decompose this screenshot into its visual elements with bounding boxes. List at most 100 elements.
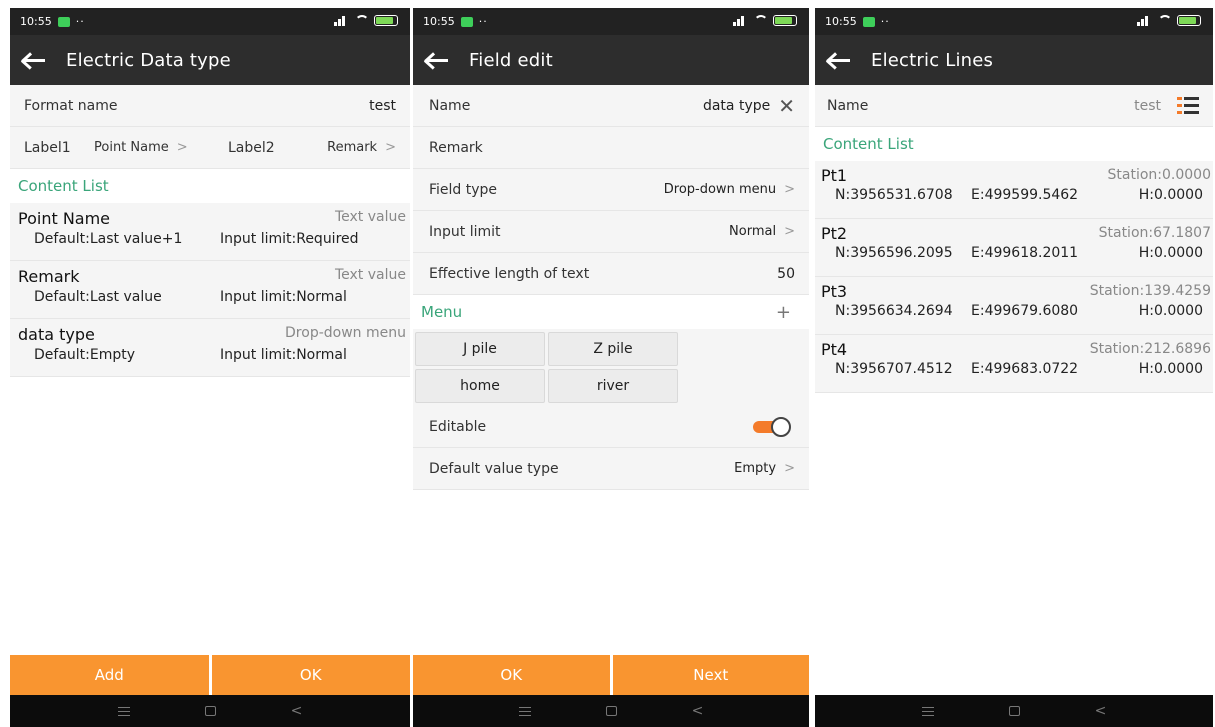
point-station: Station:0.0000	[1107, 167, 1211, 183]
label1-select[interactable]: Point Name >	[94, 140, 214, 155]
list-item[interactable]: Pt1 Station:0.0000 N:3956531.6708 E:4995…	[815, 161, 1213, 219]
chevron-right-icon: >	[784, 224, 795, 239]
back-arrow-icon[interactable]	[825, 48, 855, 72]
action-bar: OK Next	[413, 655, 809, 695]
name-row: Name data type ✕	[413, 85, 809, 127]
add-button[interactable]: Add	[10, 655, 209, 695]
home-icon[interactable]	[1008, 706, 1020, 716]
status-bar: 10:55 ··	[10, 8, 410, 35]
wifi-icon	[1158, 15, 1172, 26]
default-value-type-row[interactable]: Default value type Empty >	[413, 448, 809, 490]
back-icon[interactable]: <	[692, 703, 704, 719]
item-default: Default:Last value+1	[34, 231, 183, 247]
status-bar: 10:55 ··	[815, 8, 1213, 35]
chevron-right-icon: >	[784, 182, 795, 197]
signal-icon	[733, 15, 749, 26]
format-name-row[interactable]: Format name test	[10, 85, 410, 127]
page-title: Electric Lines	[871, 49, 994, 71]
list-item[interactable]: Remark Text value Default:Last value Inp…	[10, 261, 410, 319]
field-type-row[interactable]: Field type Drop-down menu >	[413, 169, 809, 211]
menu-icon[interactable]	[921, 706, 934, 716]
status-dots: ··	[75, 15, 85, 28]
list-item[interactable]: Pt4 Station:212.6896 N:3956707.4512 E:49…	[815, 335, 1213, 393]
default-value-type-label: Default value type	[429, 460, 559, 477]
screen-electric-data-type: 10:55 ·· Electric Data type Format name …	[10, 8, 410, 727]
label2-label: Label2	[228, 139, 275, 156]
item-type: Text value	[334, 267, 406, 283]
point-northing: N:3956596.2095	[835, 245, 953, 261]
label1-value: Point Name	[94, 140, 169, 155]
point-easting: E:499618.2011	[971, 245, 1079, 261]
chevron-right-icon: >	[176, 140, 188, 155]
label2-select[interactable]: Remark >	[327, 140, 396, 155]
point-coords: N:3956596.2095 E:499618.2011 H:0.0000	[821, 245, 1207, 261]
list-item[interactable]: data type Drop-down menu Default:Empty I…	[10, 319, 410, 377]
item-details: Default:Empty Input limit:Normal	[18, 347, 402, 363]
menu-chip[interactable]: home	[415, 369, 545, 403]
point-easting: E:499683.0722	[971, 361, 1079, 377]
remark-row[interactable]: Remark	[413, 127, 809, 169]
close-icon[interactable]: ✕	[778, 96, 795, 116]
name-field[interactable]: data type	[703, 98, 770, 114]
screen-electric-lines: 10:55 ·· Electric Lines Name test Conten…	[815, 8, 1213, 727]
home-icon[interactable]	[605, 706, 617, 716]
point-station: Station:212.6896	[1089, 341, 1211, 357]
input-limit-value: Normal	[729, 224, 777, 239]
back-arrow-icon[interactable]	[423, 48, 453, 72]
wifi-icon	[754, 15, 768, 26]
effective-length-field[interactable]: 50	[777, 266, 795, 282]
menu-icon[interactable]	[117, 706, 130, 716]
format-name-value[interactable]: test	[369, 98, 396, 114]
status-dots: ··	[478, 15, 488, 28]
notification-icon	[460, 16, 473, 27]
list-item[interactable]: Pt3 Station:139.4259 N:3956634.2694 E:49…	[815, 277, 1213, 335]
menu-chip[interactable]: Z pile	[548, 332, 678, 366]
point-height: H:0.0000	[1138, 187, 1203, 203]
input-limit-label: Input limit	[429, 223, 501, 240]
signal-icon	[334, 15, 350, 26]
menu-header: Menu +	[413, 295, 809, 329]
point-station: Station:139.4259	[1089, 283, 1211, 299]
notification-icon	[57, 16, 70, 27]
name-value[interactable]: test	[1134, 98, 1161, 114]
action-bar: Add OK	[10, 655, 410, 695]
back-arrow-icon[interactable]	[20, 48, 50, 72]
field-type-label: Field type	[429, 181, 498, 198]
status-time: 10:55	[825, 15, 857, 28]
editable-toggle[interactable]	[753, 416, 795, 437]
system-nav-bar: <	[10, 695, 410, 727]
menu-icon[interactable]	[518, 706, 531, 716]
item-limit: Input limit:Required	[220, 231, 359, 247]
remark-label: Remark	[429, 139, 483, 156]
name-label: Name	[429, 97, 471, 114]
next-button[interactable]: Next	[612, 655, 809, 695]
item-details: Default:Last value Input limit:Normal	[18, 289, 402, 305]
ok-button[interactable]: OK	[211, 655, 410, 695]
status-bar: 10:55 ··	[413, 8, 809, 35]
point-height: H:0.0000	[1138, 245, 1203, 261]
status-dots: ··	[880, 15, 890, 28]
ok-button[interactable]: OK	[413, 655, 610, 695]
back-icon[interactable]: <	[1095, 703, 1107, 719]
home-icon[interactable]	[204, 706, 216, 716]
menu-chip[interactable]: river	[548, 369, 678, 403]
title-bar: Electric Data type	[10, 35, 410, 85]
page-title: Field edit	[469, 49, 553, 71]
back-icon[interactable]: <	[291, 703, 303, 719]
label2-value: Remark	[327, 140, 378, 155]
add-menu-icon[interactable]: +	[776, 302, 791, 323]
input-limit-row[interactable]: Input limit Normal >	[413, 211, 809, 253]
point-northing: N:3956634.2694	[835, 303, 953, 319]
list-item[interactable]: Pt2 Station:67.1807 N:3956596.2095 E:499…	[815, 219, 1213, 277]
effective-length-row: Effective length of text 50	[413, 253, 809, 295]
menu-chip[interactable]: J pile	[415, 332, 545, 366]
point-easting: E:499599.5462	[971, 187, 1079, 203]
item-default: Default:Last value	[34, 289, 162, 305]
item-type: Drop-down menu	[285, 325, 406, 341]
notification-icon	[862, 16, 875, 27]
list-icon[interactable]	[1177, 96, 1199, 115]
name-label: Name	[827, 97, 869, 114]
item-default: Default:Empty	[34, 347, 136, 363]
chevron-right-icon: >	[385, 140, 396, 155]
list-item[interactable]: Point Name Text value Default:Last value…	[10, 203, 410, 261]
